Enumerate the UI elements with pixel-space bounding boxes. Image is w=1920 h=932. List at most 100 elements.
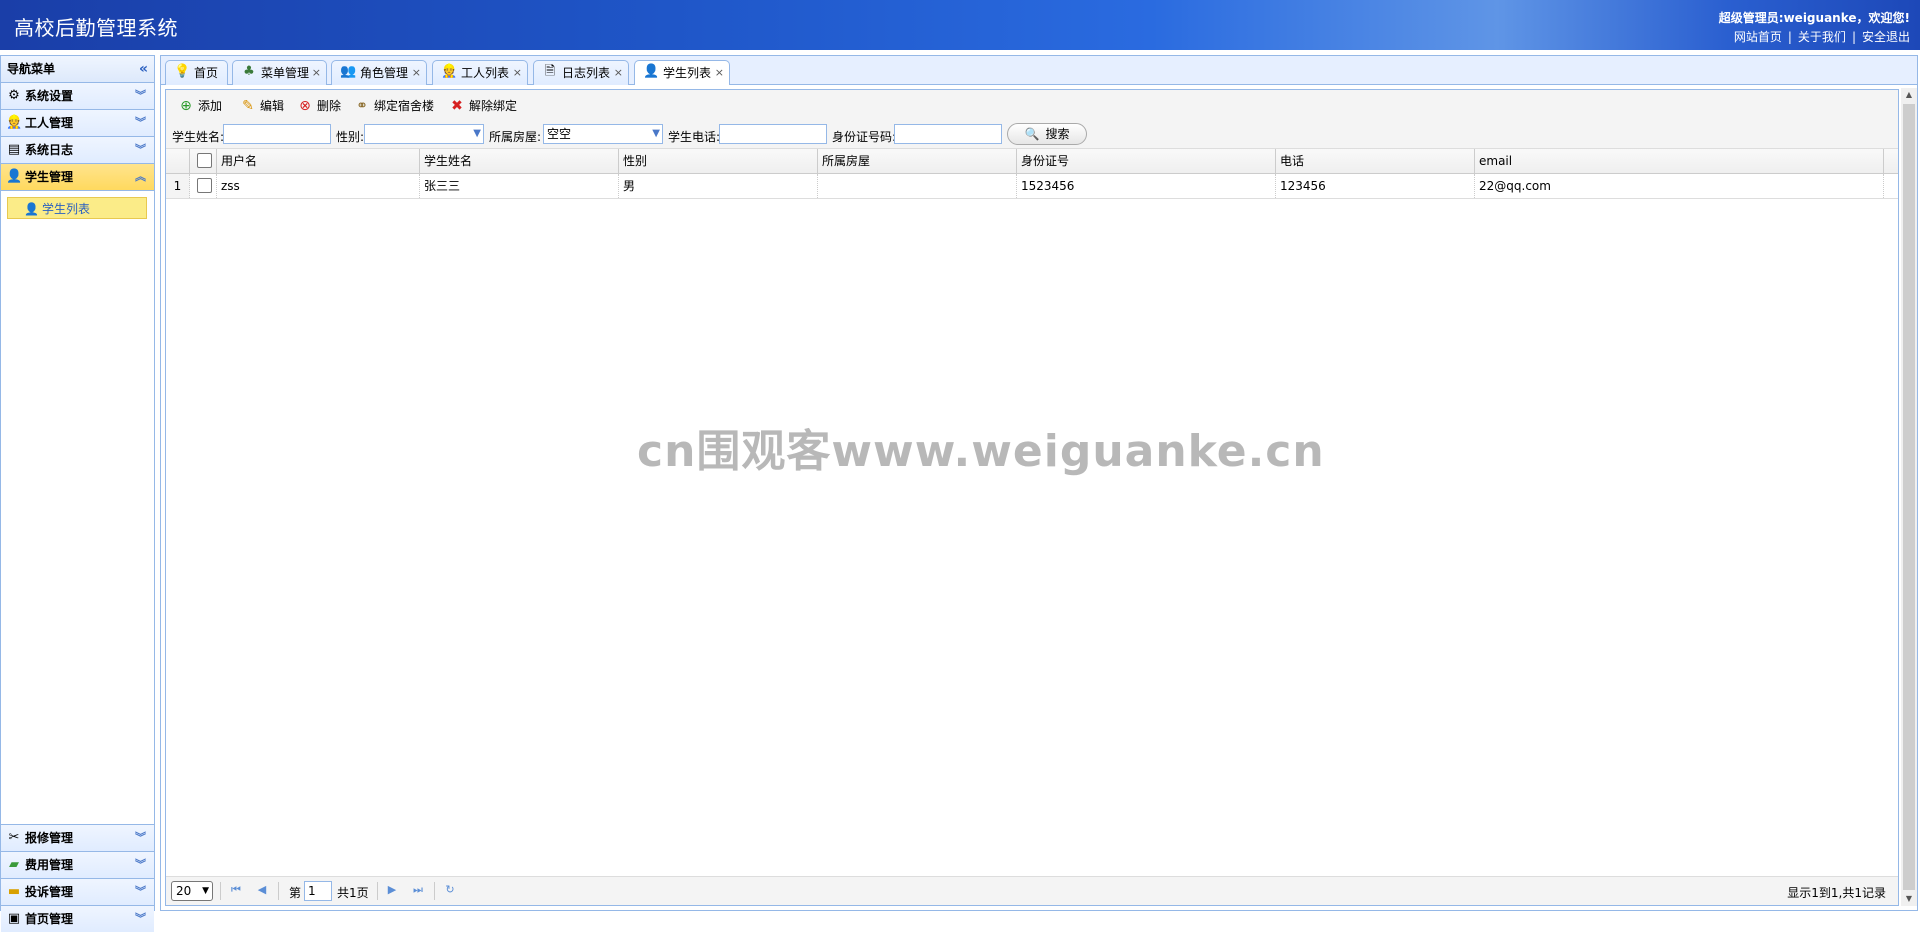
page-total: 共1页 xyxy=(337,886,369,900)
scroll-thumb[interactable] xyxy=(1903,104,1915,890)
chevron-down-icon: ︾ xyxy=(135,858,146,871)
collapse-sidebar-icon[interactable]: « xyxy=(139,56,148,82)
column-header-gender[interactable]: 性别 xyxy=(619,149,818,173)
prev-page-button[interactable]: ◀ xyxy=(254,882,270,898)
last-page-button[interactable]: ⏭ xyxy=(410,882,426,898)
page-size-select[interactable]: 20 ▼ xyxy=(171,881,213,901)
row-number: 1 xyxy=(166,174,190,198)
student-grid: ⊕ 添加 ✎ 编辑 ⊗ 删除 ⚭ 绑定宿舍楼 ✖ 解除绑定 学生姓名: 性别: … xyxy=(165,89,1899,906)
refresh-icon[interactable]: ↻ xyxy=(442,882,458,898)
tab-label: 首页 xyxy=(194,66,219,80)
bind-dorm-button[interactable]: ⚭ 绑定宿舍楼 xyxy=(354,97,434,115)
close-icon[interactable]: × xyxy=(312,61,321,85)
tab-role-management[interactable]: 👥 角色管理 × xyxy=(331,60,427,85)
sidebar-group-student-management[interactable]: 👤 学生管理 ︽ xyxy=(1,164,154,191)
cell-username: zss xyxy=(217,174,420,198)
row-checkbox[interactable] xyxy=(190,174,217,198)
first-page-button[interactable]: ⏮ xyxy=(228,882,244,898)
link-separator: | xyxy=(1787,30,1792,44)
sidebar-group-complaint-management[interactable]: ▬ 投诉管理 ︾ xyxy=(1,879,154,906)
column-header-username[interactable]: 用户名 xyxy=(217,149,420,173)
unbind-button[interactable]: ✖ 解除绑定 xyxy=(449,97,517,115)
tab-label: 工人列表 xyxy=(461,66,510,80)
tab-home[interactable]: 💡 首页 xyxy=(165,60,228,85)
vertical-scrollbar[interactable]: ▲ ▼ xyxy=(1901,88,1917,906)
delete-icon: ⊗ xyxy=(299,98,311,114)
column-header-room[interactable]: 所属房屋 xyxy=(818,149,1017,173)
table-header: 用户名 学生姓名 性别 所属房屋 身份证号 电话 email xyxy=(166,149,1898,174)
search-button[interactable]: 🔍 搜索 xyxy=(1007,123,1087,145)
page-prefix: 第 xyxy=(289,886,302,900)
unbind-label: 解除绑定 xyxy=(469,99,518,113)
sidebar-title: 导航菜单 xyxy=(7,62,56,76)
idcard-input[interactable] xyxy=(894,124,1002,144)
select-all-checkbox[interactable] xyxy=(190,149,217,173)
search-icon: 🔍 xyxy=(1024,127,1040,141)
column-header-idcard[interactable]: 身份证号 xyxy=(1017,149,1276,173)
tab-log-list[interactable]: 🗎 日志列表 × xyxy=(533,60,629,85)
sidebar-item-label: 学生列表 xyxy=(42,202,91,216)
chevron-up-icon: ︽ xyxy=(135,170,146,183)
logout-link[interactable]: 安全退出 xyxy=(1862,30,1910,44)
cell-phone: 123456 xyxy=(1276,174,1475,198)
home-link[interactable]: 网站首页 xyxy=(1734,30,1782,44)
sidebar-group-worker-management[interactable]: 👷 工人管理 ︾ xyxy=(1,110,154,137)
student-phone-input[interactable] xyxy=(719,124,827,144)
pager-separator xyxy=(220,882,221,900)
gender-select[interactable]: ▼ xyxy=(364,124,484,144)
column-header-student-name[interactable]: 学生姓名 xyxy=(420,149,619,173)
sidebar-group-label: 系统日志 xyxy=(25,143,74,157)
close-icon[interactable]: × xyxy=(513,61,522,85)
close-icon[interactable]: × xyxy=(614,61,623,85)
add-label: 添加 xyxy=(198,99,223,113)
column-header-phone[interactable]: 电话 xyxy=(1276,149,1475,173)
page-icon: ▣ xyxy=(7,911,21,926)
chevron-down-icon: ▼ xyxy=(473,128,481,139)
scroll-down-icon[interactable]: ▼ xyxy=(1901,892,1917,906)
idcard-label: 身份证号码: xyxy=(832,130,897,144)
doc-icon: 🗎 xyxy=(544,64,556,79)
tab-worker-list[interactable]: 👷 工人列表 × xyxy=(432,60,528,85)
student-name-input[interactable] xyxy=(223,124,331,144)
add-button[interactable]: ⊕ 添加 xyxy=(178,97,222,115)
checkbox-icon xyxy=(197,153,212,168)
edit-button[interactable]: ✎ 编辑 xyxy=(240,97,284,115)
close-icon[interactable]: × xyxy=(412,61,421,85)
tab-student-list[interactable]: 👤 学生列表 × xyxy=(634,60,730,86)
sidebar-group-system-settings[interactable]: ⚙ 系统设置 ︾ xyxy=(1,83,154,110)
grid-toolbar: ⊕ 添加 ✎ 编辑 ⊗ 删除 ⚭ 绑定宿舍楼 ✖ 解除绑定 xyxy=(166,90,1898,120)
page-number-input[interactable]: 1 xyxy=(304,881,332,901)
column-header-email[interactable]: email xyxy=(1475,149,1884,173)
edit-label: 编辑 xyxy=(260,99,285,113)
delete-button[interactable]: ⊗ 删除 xyxy=(297,97,341,115)
tab-bar: 💡 首页 ♣ 菜单管理 × 👥 角色管理 × 👷 工人列表 × 🗎 日志列表 ×… xyxy=(160,55,1918,86)
gender-label: 性别: xyxy=(336,130,365,144)
scroll-up-icon[interactable]: ▲ xyxy=(1901,88,1917,102)
sidebar-group-system-log[interactable]: ▤ 系统日志 ︾ xyxy=(1,137,154,164)
student-name-label: 学生姓名: xyxy=(172,130,225,144)
sidebar-group-fee-management[interactable]: ▰ 费用管理 ︾ xyxy=(1,852,154,879)
sidebar-group-homepage-management[interactable]: ▣ 首页管理 ︾ xyxy=(1,906,154,932)
folder-icon: ▬ xyxy=(7,884,21,899)
app-title: 高校后勤管理系统 xyxy=(14,16,178,40)
sidebar-group-label: 报修管理 xyxy=(25,831,74,845)
welcome-suffix: ，欢迎您! xyxy=(1856,11,1910,25)
table-row[interactable]: 1 zss 张三三 男 1523456 123456 22@qq.com xyxy=(166,174,1898,199)
cell-idcard: 1523456 xyxy=(1017,174,1276,198)
close-icon[interactable]: × xyxy=(715,61,724,85)
bind-label: 绑定宿舍楼 xyxy=(374,99,435,113)
chevron-down-icon: ︾ xyxy=(135,89,146,102)
pencil-icon: ✎ xyxy=(242,98,254,114)
header-links: 网站首页 | 关于我们 | 安全退出 xyxy=(1734,28,1910,45)
sidebar-item-student-list[interactable]: 👤 学生列表 xyxy=(7,197,147,219)
next-page-button[interactable]: ▶ xyxy=(384,882,400,898)
sitemap-icon: ♣ xyxy=(243,64,255,79)
chevron-down-icon: ▼ xyxy=(652,128,660,139)
sidebar-group-repair-management[interactable]: ✂ 报修管理 ︾ xyxy=(1,825,154,852)
tab-menu-management[interactable]: ♣ 菜单管理 × xyxy=(232,60,327,85)
sidebar: 导航菜单 « ⚙ 系统设置 ︾ 👷 工人管理 ︾ ▤ 系统日志 ︾ 👤 学生管理… xyxy=(0,55,155,932)
about-link[interactable]: 关于我们 xyxy=(1798,30,1846,44)
room-select[interactable]: 空空 ▼ xyxy=(543,124,663,144)
sidebar-header: 导航菜单 « xyxy=(1,56,154,83)
cell-student-name: 张三三 xyxy=(420,174,619,198)
